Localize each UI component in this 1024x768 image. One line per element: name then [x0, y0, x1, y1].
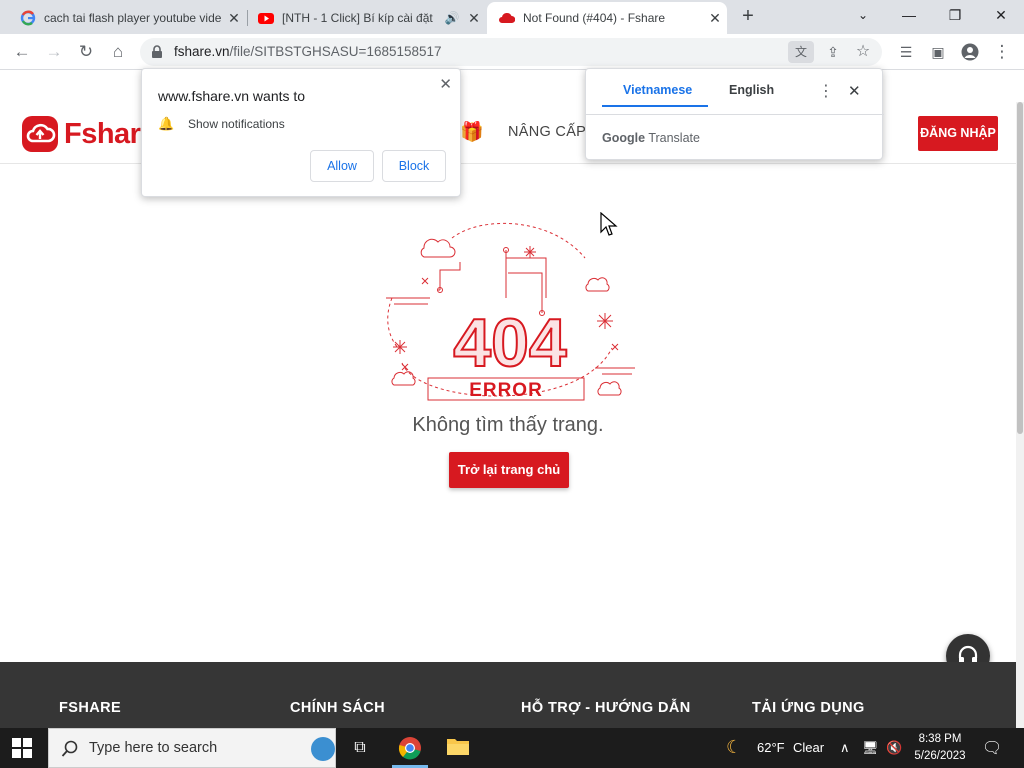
close-icon[interactable]: ✕	[703, 10, 727, 27]
search-icon	[61, 740, 78, 757]
error-404-illustration: 404 ERROR	[386, 223, 635, 401]
permission-row: 🔔 Show notifications	[158, 116, 285, 132]
footer-heading: CHÍNH SÁCH	[290, 700, 386, 716]
forward-button[interactable]: →	[42, 40, 66, 64]
tab-search-icon[interactable]: ⌄	[840, 0, 886, 30]
moon-weather-icon[interactable]: ☾	[726, 737, 742, 758]
bell-icon: 🔔	[158, 116, 175, 131]
fshare-icon	[499, 12, 515, 23]
clock-time: 8:38 PM	[918, 733, 962, 745]
tab-source-language[interactable]: Vietnamese	[623, 83, 692, 97]
translate-bubble: Vietnamese English ⋮ ✕ Google Translate	[585, 68, 884, 160]
windows-start-icon[interactable]	[12, 738, 32, 763]
search-placeholder: Type here to search	[89, 740, 218, 756]
taskbar: Type here to search ⧉ ☾ 62°F Clear ∧ 🖥 🔇…	[0, 728, 1024, 768]
system-clock[interactable]: 8:38 PM 5/26/2023	[910, 731, 970, 765]
weather-description[interactable]: Clear	[793, 740, 824, 755]
block-button[interactable]: Block	[382, 150, 446, 182]
permission-label: Show notifications	[188, 117, 285, 131]
prompt-heading: www.fshare.vn wants to	[158, 88, 306, 104]
speaker-icon[interactable]: 🔊	[442, 11, 462, 25]
fshare-logo[interactable]: Fshare	[22, 116, 157, 152]
allow-button[interactable]: Allow	[310, 150, 374, 182]
more-options-icon[interactable]: ⋮	[818, 81, 834, 101]
tab-title: [NTH - 1 Click] Bí kíp cài đặt	[282, 11, 433, 25]
close-icon[interactable]: ✕	[222, 10, 246, 27]
browser-toolbar: ← → ↻ ⌂ fshare.vn/file/SITBSTGHSASU=1685…	[0, 34, 1024, 70]
menu-kebab-icon[interactable]: ⋮	[990, 40, 1014, 64]
error-code: 404	[453, 305, 567, 381]
chevron-up-icon[interactable]: ∧	[840, 740, 850, 756]
new-tab-button[interactable]: +	[736, 4, 760, 28]
volume-muted-icon[interactable]: 🔇	[886, 740, 902, 756]
back-home-button[interactable]: Trở lại trang chủ	[449, 452, 569, 488]
tab-fshare-active[interactable]: Not Found (#404) - Fshare ✕	[487, 2, 727, 34]
home-icon[interactable]: ⌂	[106, 40, 130, 64]
tab-strip: cach tai flash player youtube vide ✕ [NT…	[0, 0, 1024, 34]
tab-google-search[interactable]: cach tai flash player youtube vide ✕	[0, 2, 246, 34]
gift-icon[interactable]: 🎁	[460, 120, 484, 144]
share-icon[interactable]: ⇪	[822, 41, 844, 63]
error-word: ERROR	[469, 380, 543, 401]
back-button[interactable]: ←	[10, 40, 34, 64]
tab-title: Not Found (#404) - Fshare	[523, 11, 666, 25]
close-icon[interactable]: ✕	[848, 82, 861, 100]
reading-list-icon[interactable]: ☰	[894, 40, 918, 64]
google-translate-brand: Google Translate	[602, 131, 700, 145]
fshare-cloud-icon	[22, 116, 58, 152]
close-icon[interactable]: ✕	[462, 10, 486, 27]
footer-heading: TẢI ỨNG DỤNG	[752, 700, 865, 716]
bookmark-star-icon[interactable]: ☆	[852, 41, 874, 63]
taskbar-search-box[interactable]: Type here to search	[48, 728, 336, 768]
close-icon[interactable]: ✕	[439, 75, 452, 93]
address-bar[interactable]: fshare.vn/file/SITBSTGHSASU=1685158517 文…	[140, 38, 882, 66]
tab-youtube[interactable]: [NTH - 1 Click] Bí kíp cài đặt 🔊 ✕	[248, 2, 486, 34]
minimize-button[interactable]: —	[886, 0, 932, 30]
side-panel-icon[interactable]: ▣	[926, 40, 950, 64]
google-icon	[20, 10, 36, 26]
footer-heading: HỖ TRỢ - HƯỚNG DẪN	[521, 700, 691, 716]
search-highlight-icon	[311, 737, 335, 761]
youtube-icon	[258, 13, 274, 24]
url-text: fshare.vn/file/SITBSTGHSASU=1685158517	[174, 44, 442, 59]
footer-heading: FSHARE	[59, 700, 122, 716]
translate-icon[interactable]: 文	[788, 41, 814, 63]
page-scrollbar[interactable]	[1016, 102, 1024, 728]
restore-button[interactable]: ❐	[932, 0, 978, 30]
notification-permission-prompt: www.fshare.vn wants to 🔔 Show notificati…	[141, 68, 461, 197]
task-view-icon[interactable]: ⧉	[348, 736, 372, 760]
lock-icon[interactable]	[150, 45, 164, 59]
mouse-cursor-icon	[600, 212, 618, 236]
weather-temperature[interactable]: 62°F	[757, 740, 785, 755]
upgrade-link[interactable]: NÂNG CẤP	[508, 124, 586, 140]
clock-date: 5/26/2023	[914, 750, 966, 762]
scrollbar-thumb[interactable]	[1017, 102, 1023, 434]
not-found-message: Không tìm thấy trang.	[412, 414, 604, 436]
login-button[interactable]: ĐĂNG NHẬP	[918, 116, 998, 151]
notification-center-icon[interactable]: 🗨	[982, 738, 1002, 758]
chrome-taskbar-icon[interactable]	[398, 736, 422, 760]
close-window-button[interactable]: ✕	[978, 0, 1024, 30]
network-icon[interactable]: 🖥	[862, 740, 879, 756]
reload-button[interactable]: ↻	[74, 40, 98, 64]
selected-tab-indicator	[602, 105, 708, 107]
profile-icon[interactable]	[958, 40, 982, 64]
file-explorer-icon[interactable]	[446, 736, 470, 760]
site-footer: FSHARE CHÍNH SÁCH HỖ TRỢ - HƯỚNG DẪN TẢI…	[0, 662, 1016, 728]
tab-title: cach tai flash player youtube vide	[44, 11, 222, 25]
language-tabs: Vietnamese English ⋮ ✕	[586, 69, 884, 115]
tab-target-language[interactable]: English	[729, 83, 774, 97]
